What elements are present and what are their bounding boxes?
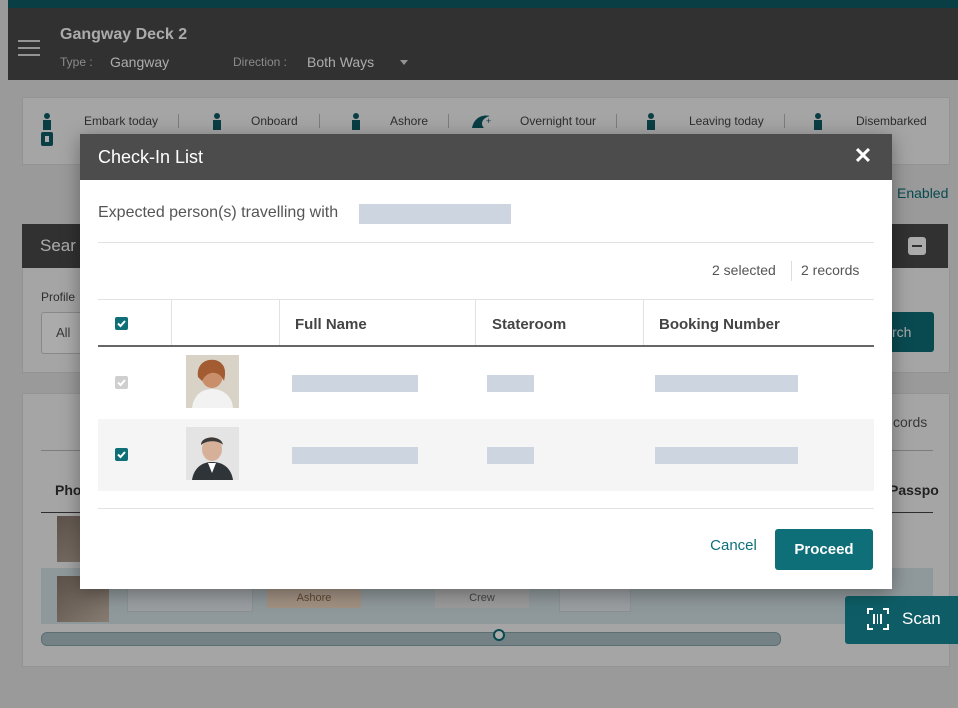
avatar bbox=[186, 427, 239, 480]
redacted-stateroom bbox=[487, 375, 534, 392]
redacted-booking-number bbox=[655, 375, 798, 392]
scan-label: Scan bbox=[902, 609, 941, 628]
redacted-name bbox=[359, 204, 511, 224]
dialog-title: Check-In List bbox=[98, 147, 204, 167]
column-header-stateroom[interactable]: Stateroom bbox=[492, 316, 566, 333]
column-header-full-name[interactable]: Full Name bbox=[295, 316, 367, 333]
redacted-booking-number bbox=[655, 447, 798, 464]
select-all-checkbox[interactable] bbox=[115, 317, 128, 330]
table-header: Full Name Stateroom Booking Number bbox=[98, 300, 874, 346]
divider bbox=[791, 261, 792, 281]
divider bbox=[98, 508, 874, 509]
check-in-list-dialog: Check-In List ✕ Expected person(s) trave… bbox=[80, 134, 892, 589]
column-divider bbox=[643, 300, 644, 346]
redacted-stateroom bbox=[487, 447, 534, 464]
selected-count: 2 selected bbox=[712, 262, 776, 278]
column-divider bbox=[171, 300, 172, 346]
redacted-full-name bbox=[292, 447, 418, 464]
cancel-button[interactable]: Cancel bbox=[700, 537, 767, 561]
records-count: 2 records bbox=[801, 262, 860, 278]
table-row[interactable] bbox=[98, 419, 874, 491]
check-icon bbox=[117, 379, 126, 387]
redacted-full-name bbox=[292, 375, 418, 392]
row-checkbox bbox=[115, 376, 128, 389]
column-divider bbox=[279, 300, 280, 346]
dialog-header: Check-In List ✕ bbox=[80, 134, 892, 180]
row-checkbox[interactable] bbox=[115, 448, 128, 461]
check-icon bbox=[117, 451, 126, 459]
dialog-subtitle: Expected person(s) travelling with bbox=[98, 204, 339, 221]
column-divider bbox=[475, 300, 476, 346]
divider bbox=[98, 242, 874, 243]
barcode-scan-icon bbox=[867, 608, 889, 630]
check-icon bbox=[117, 320, 126, 328]
close-icon[interactable]: ✕ bbox=[853, 145, 873, 167]
avatar bbox=[186, 355, 239, 408]
proceed-button[interactable]: Proceed bbox=[775, 529, 873, 570]
table-row[interactable] bbox=[98, 347, 874, 419]
column-header-booking-number[interactable]: Booking Number bbox=[659, 316, 780, 333]
scan-button[interactable]: Scan bbox=[845, 596, 958, 644]
